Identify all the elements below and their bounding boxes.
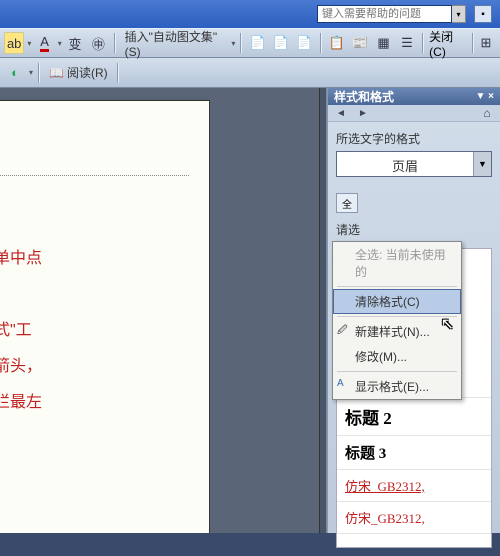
context-menu-separator <box>337 371 457 372</box>
taskpane-home-button[interactable]: ⌂ <box>478 105 496 121</box>
research-dropdown-icon[interactable]: ▾ <box>29 68 33 77</box>
reveal-format-icon: A <box>337 378 351 392</box>
taskpane-body: 所选文字的格式 页眉 ▼ 全 请选 全选: 当前未使用的 清除格式(C) ↖ <box>328 122 500 556</box>
page-header-region <box>0 156 189 176</box>
autotext-dropdown-icon[interactable]: ▾ <box>231 39 235 48</box>
ctx-new-style[interactable]: 🖉 新建样式(N)... <box>333 319 461 344</box>
context-menu-separator <box>337 316 457 317</box>
pane-splitter[interactable] <box>319 88 327 533</box>
style-list-item[interactable]: 标题 2 <box>337 398 491 436</box>
toolbar-separator <box>240 33 242 53</box>
taskpane-dropdown-icon[interactable]: ▼ × <box>475 91 494 102</box>
taskpane-back-button[interactable]: ◄ <box>332 105 350 121</box>
taskpane-header: 样式和格式 ▼ × <box>328 88 500 105</box>
taskpane-title: 样式和格式 <box>334 88 394 105</box>
formatting-toolbar: ab ▾ A ▾ 变 ㊥ 插入"自动图文集"(S) ▾ 📄 📄 📄 📋 📰 ▦ … <box>0 28 500 58</box>
styles-taskpane: 样式和格式 ▼ × ◄ ► ⌂ 所选文字的格式 页眉 ▼ 全 请选 全选: 当前… <box>327 88 500 533</box>
window-titlebar: ▾ ▪ <box>0 0 500 28</box>
context-menu: 全选: 当前未使用的 清除格式(C) ↖ 🖉 新建样式(N)... 修改(M).… <box>332 241 462 400</box>
ctx-reveal-format[interactable]: A 显示格式(E)... <box>333 374 461 399</box>
toolbar-icon-button[interactable]: 📄 <box>271 32 291 54</box>
document-area: 下拉菜单中点 具栏， 式和格式"工 下下拉箭头， 格工具栏最左 <box>0 88 319 533</box>
font-color-dropdown-icon[interactable]: ▾ <box>58 39 62 48</box>
toolbar-icon-button[interactable]: ▦ <box>373 32 393 54</box>
book-icon: 📖 <box>49 66 64 80</box>
highlight-dropdown-icon[interactable]: ▾ <box>27 39 31 48</box>
style-list-item[interactable]: 仿宋_GB2312, <box>337 502 491 534</box>
document-text: 下拉菜单中点 具栏， 式和格式"工 下下拉箭头， 格工具栏最左 <box>0 241 42 421</box>
toolbar-separator <box>320 33 322 53</box>
doc-line: 下拉菜单中点 <box>0 241 42 277</box>
style-list[interactable]: 全选: 当前未使用的 清除格式(C) ↖ 🖉 新建样式(N)... 修改(M).… <box>336 248 492 548</box>
current-style-text: 页眉 <box>337 152 473 176</box>
toolbar-separator <box>38 63 40 83</box>
font-color-button[interactable]: A <box>34 32 54 54</box>
toolbar-separator <box>472 33 474 53</box>
minimize-ribbon-button[interactable]: ▪ <box>474 5 492 23</box>
style-list-item[interactable]: 仿宋_GB2312, <box>337 470 491 502</box>
select-all-button[interactable]: 全 <box>336 193 358 213</box>
pick-formatting-label: 请选 <box>336 221 492 238</box>
help-search-input[interactable] <box>317 5 452 23</box>
style-list-item[interactable]: 标题 3 <box>337 436 491 470</box>
toolbar-separator <box>422 33 424 53</box>
secondary-toolbar: ◐ ▾ 📖 阅读(R) <box>0 58 500 88</box>
help-search-dropdown[interactable]: ▾ <box>452 5 466 23</box>
doc-line: 下下拉箭头， <box>0 349 42 385</box>
toolbar-overflow-button[interactable]: ⊞ <box>476 32 496 54</box>
toolbar-icon-button[interactable]: 📰 <box>350 32 370 54</box>
toolbar-icon-button[interactable]: ☰ <box>397 32 417 54</box>
taskpane-nav: ◄ ► ⌂ <box>328 105 500 122</box>
new-style-icon: 🖉 <box>337 323 351 337</box>
phonetic-guide-button[interactable]: 变 <box>65 32 85 54</box>
enclosed-char-button[interactable]: ㊥ <box>88 32 108 54</box>
document-page[interactable]: 下拉菜单中点 具栏， 式和格式"工 下下拉箭头， 格工具栏最左 <box>0 100 210 533</box>
context-menu-separator <box>337 286 457 287</box>
toolbar-icon-button[interactable]: 📄 <box>294 32 314 54</box>
highlight-button[interactable]: ab <box>4 32 24 54</box>
workspace: 下拉菜单中点 具栏， 式和格式"工 下下拉箭头， 格工具栏最左 样式和格式 ▼ … <box>0 88 500 533</box>
reading-layout-button[interactable]: 📖 阅读(R) <box>45 64 112 81</box>
taskpane-forward-button[interactable]: ► <box>354 105 372 121</box>
toolbar-separator <box>114 33 116 53</box>
doc-line: 式和格式"工 <box>0 313 42 349</box>
selected-format-label: 所选文字的格式 <box>336 130 492 147</box>
research-button[interactable]: ◐ <box>4 62 26 84</box>
doc-line: 具栏， <box>0 277 42 313</box>
toolbar-icon-button[interactable]: 📄 <box>247 32 267 54</box>
ctx-select-all: 全选: 当前未使用的 <box>333 242 461 284</box>
doc-line: 格工具栏最左 <box>0 385 42 421</box>
ctx-clear-format[interactable]: 清除格式(C) ↖ <box>333 289 461 314</box>
close-header-button[interactable]: 关闭(C) <box>429 28 466 59</box>
style-combo-dropdown-icon[interactable]: ▼ <box>473 152 491 176</box>
toolbar-icon-button[interactable]: 📋 <box>327 32 347 54</box>
ctx-modify[interactable]: 修改(M)... <box>333 344 461 369</box>
toolbar-separator <box>117 63 119 83</box>
autotext-insert-button[interactable]: 插入"自动图文集"(S) <box>121 28 229 59</box>
current-style-combo[interactable]: 页眉 ▼ <box>336 151 492 177</box>
